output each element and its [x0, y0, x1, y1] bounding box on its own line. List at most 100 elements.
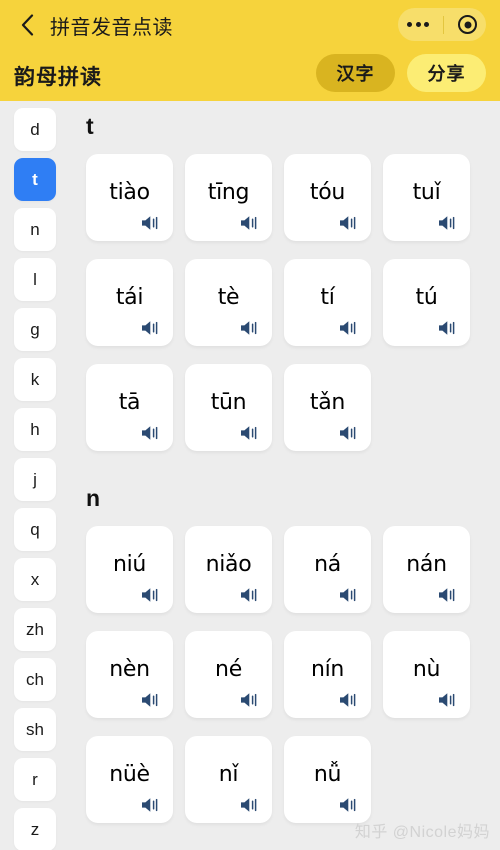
- speaker-icon[interactable]: [240, 797, 262, 813]
- pinyin-card[interactable]: nǚ: [284, 736, 371, 823]
- sub-header-actions: 汉字 分享: [316, 54, 486, 92]
- speaker-icon[interactable]: [240, 320, 262, 336]
- app-root: 拼音发音点读 韵母拼读 汉字 分享 d t n l g k h j q x zh ch sh r z t ti…: [0, 0, 500, 850]
- speaker-icon[interactable]: [240, 692, 262, 708]
- pinyin-card[interactable]: tái: [86, 259, 173, 346]
- speaker-icon[interactable]: [339, 320, 361, 336]
- pinyin-card-text: nǚ: [313, 762, 342, 787]
- pinyin-card-text: tǎn: [309, 390, 346, 415]
- pinyin-card-text: tè: [217, 285, 240, 310]
- pinyin-card-text: nín: [310, 657, 345, 682]
- sidebar-item-label: h: [30, 419, 40, 439]
- sidebar-item-n[interactable]: n: [14, 208, 56, 251]
- speaker-icon[interactable]: [339, 587, 361, 603]
- pinyin-card[interactable]: tè: [185, 259, 272, 346]
- pinyin-card[interactable]: nèn: [86, 631, 173, 718]
- sidebar-item-d[interactable]: d: [14, 108, 56, 151]
- speaker-icon[interactable]: [339, 797, 361, 813]
- sidebar-item-h[interactable]: h: [14, 408, 56, 451]
- speaker-icon[interactable]: [141, 797, 163, 813]
- pinyin-card-text: ná: [314, 552, 341, 577]
- pinyin-card[interactable]: nù: [383, 631, 470, 718]
- sidebar-item-label: ch: [26, 669, 44, 689]
- speaker-icon[interactable]: [141, 692, 163, 708]
- consonant-sidebar[interactable]: d t n l g k h j q x zh ch sh r z: [0, 101, 70, 850]
- pinyin-card[interactable]: tóu: [284, 154, 371, 241]
- pinyin-content-area: t tiào tīng tóu tuǐ tái tè tí tú tā tūn tǎn n niú niǎo…: [70, 101, 500, 850]
- pinyin-card-text: niú: [112, 552, 147, 577]
- speaker-icon[interactable]: [438, 320, 460, 336]
- speaker-icon[interactable]: [339, 692, 361, 708]
- pinyin-card-grid: niú niǎo ná nán nèn né nín nù nüè nǐ nǚ: [86, 526, 486, 823]
- sidebar-item-z[interactable]: z: [14, 808, 56, 850]
- pinyin-card-grid: tiào tīng tóu tuǐ tái tè tí tú tā tūn tǎn: [86, 154, 486, 451]
- more-dots-icon[interactable]: [405, 22, 429, 27]
- speaker-icon[interactable]: [240, 587, 262, 603]
- pinyin-card[interactable]: tí: [284, 259, 371, 346]
- sidebar-item-k[interactable]: k: [14, 358, 56, 401]
- pinyin-card[interactable]: nán: [383, 526, 470, 613]
- speaker-icon[interactable]: [339, 215, 361, 231]
- pinyin-card[interactable]: niǎo: [185, 526, 272, 613]
- target-circle-icon[interactable]: [458, 15, 477, 34]
- pinyin-card-text: tú: [415, 285, 438, 310]
- speaker-icon[interactable]: [438, 215, 460, 231]
- pinyin-card[interactable]: tú: [383, 259, 470, 346]
- pinyin-card-text: nù: [412, 657, 441, 682]
- pinyin-card[interactable]: ná: [284, 526, 371, 613]
- pinyin-card[interactable]: tiào: [86, 154, 173, 241]
- pinyin-card-text: né: [215, 657, 242, 682]
- speaker-icon[interactable]: [438, 587, 460, 603]
- sidebar-item-t[interactable]: t: [14, 158, 56, 201]
- pinyin-card[interactable]: tuǐ: [383, 154, 470, 241]
- pinyin-card[interactable]: tǎn: [284, 364, 371, 451]
- sidebar-item-zh[interactable]: zh: [14, 608, 56, 651]
- body-container: d t n l g k h j q x zh ch sh r z t tiào tīng tóu tuǐ tái tè t…: [0, 101, 500, 850]
- sidebar-item-label: zh: [26, 619, 44, 639]
- speaker-icon[interactable]: [141, 587, 163, 603]
- sidebar-item-sh[interactable]: sh: [14, 708, 56, 751]
- sub-header-bar: 韵母拼读 汉字 分享: [0, 50, 500, 101]
- sidebar-item-label: j: [33, 469, 37, 489]
- share-button[interactable]: 分享: [407, 54, 486, 92]
- pinyin-card[interactable]: nín: [284, 631, 371, 718]
- hanzi-button[interactable]: 汉字: [316, 54, 395, 92]
- pinyin-card[interactable]: tūn: [185, 364, 272, 451]
- sidebar-item-j[interactable]: j: [14, 458, 56, 501]
- pinyin-card-text: tuǐ: [412, 180, 441, 205]
- pinyin-card[interactable]: niú: [86, 526, 173, 613]
- speaker-icon[interactable]: [141, 320, 163, 336]
- navigation-bar: 拼音发音点读: [0, 0, 500, 50]
- pinyin-card-text: tái: [115, 285, 144, 310]
- sidebar-item-x[interactable]: x: [14, 558, 56, 601]
- sidebar-item-label: sh: [26, 719, 44, 739]
- sidebar-item-label: r: [32, 769, 38, 789]
- speaker-icon[interactable]: [141, 215, 163, 231]
- speaker-icon[interactable]: [141, 425, 163, 441]
- pinyin-card[interactable]: né: [185, 631, 272, 718]
- sidebar-item-q[interactable]: q: [14, 508, 56, 551]
- sidebar-item-label: d: [30, 119, 40, 139]
- speaker-icon[interactable]: [240, 425, 262, 441]
- speaker-icon[interactable]: [438, 692, 460, 708]
- pinyin-card[interactable]: nüè: [86, 736, 173, 823]
- pinyin-card-text: nüè: [109, 762, 150, 787]
- capsule-divider: [443, 15, 444, 34]
- pinyin-card-text: tí: [320, 285, 335, 310]
- pinyin-card[interactable]: nǐ: [185, 736, 272, 823]
- back-chevron-icon[interactable]: [14, 10, 40, 40]
- sidebar-item-r[interactable]: r: [14, 758, 56, 801]
- pinyin-card[interactable]: tā: [86, 364, 173, 451]
- sidebar-item-label: z: [30, 819, 40, 839]
- app-header: 拼音发音点读 韵母拼读 汉字 分享: [0, 0, 500, 101]
- section-heading-t: t: [86, 113, 95, 139]
- sidebar-item-l[interactable]: l: [14, 258, 56, 301]
- sidebar-item-ch[interactable]: ch: [14, 658, 56, 701]
- pinyin-card[interactable]: tīng: [185, 154, 272, 241]
- speaker-icon[interactable]: [339, 425, 361, 441]
- sidebar-item-g[interactable]: g: [14, 308, 56, 351]
- section-heading-n: n: [86, 485, 101, 511]
- pinyin-card-text: tóu: [309, 180, 346, 205]
- pinyin-card-text: nǐ: [218, 762, 239, 787]
- speaker-icon[interactable]: [240, 215, 262, 231]
